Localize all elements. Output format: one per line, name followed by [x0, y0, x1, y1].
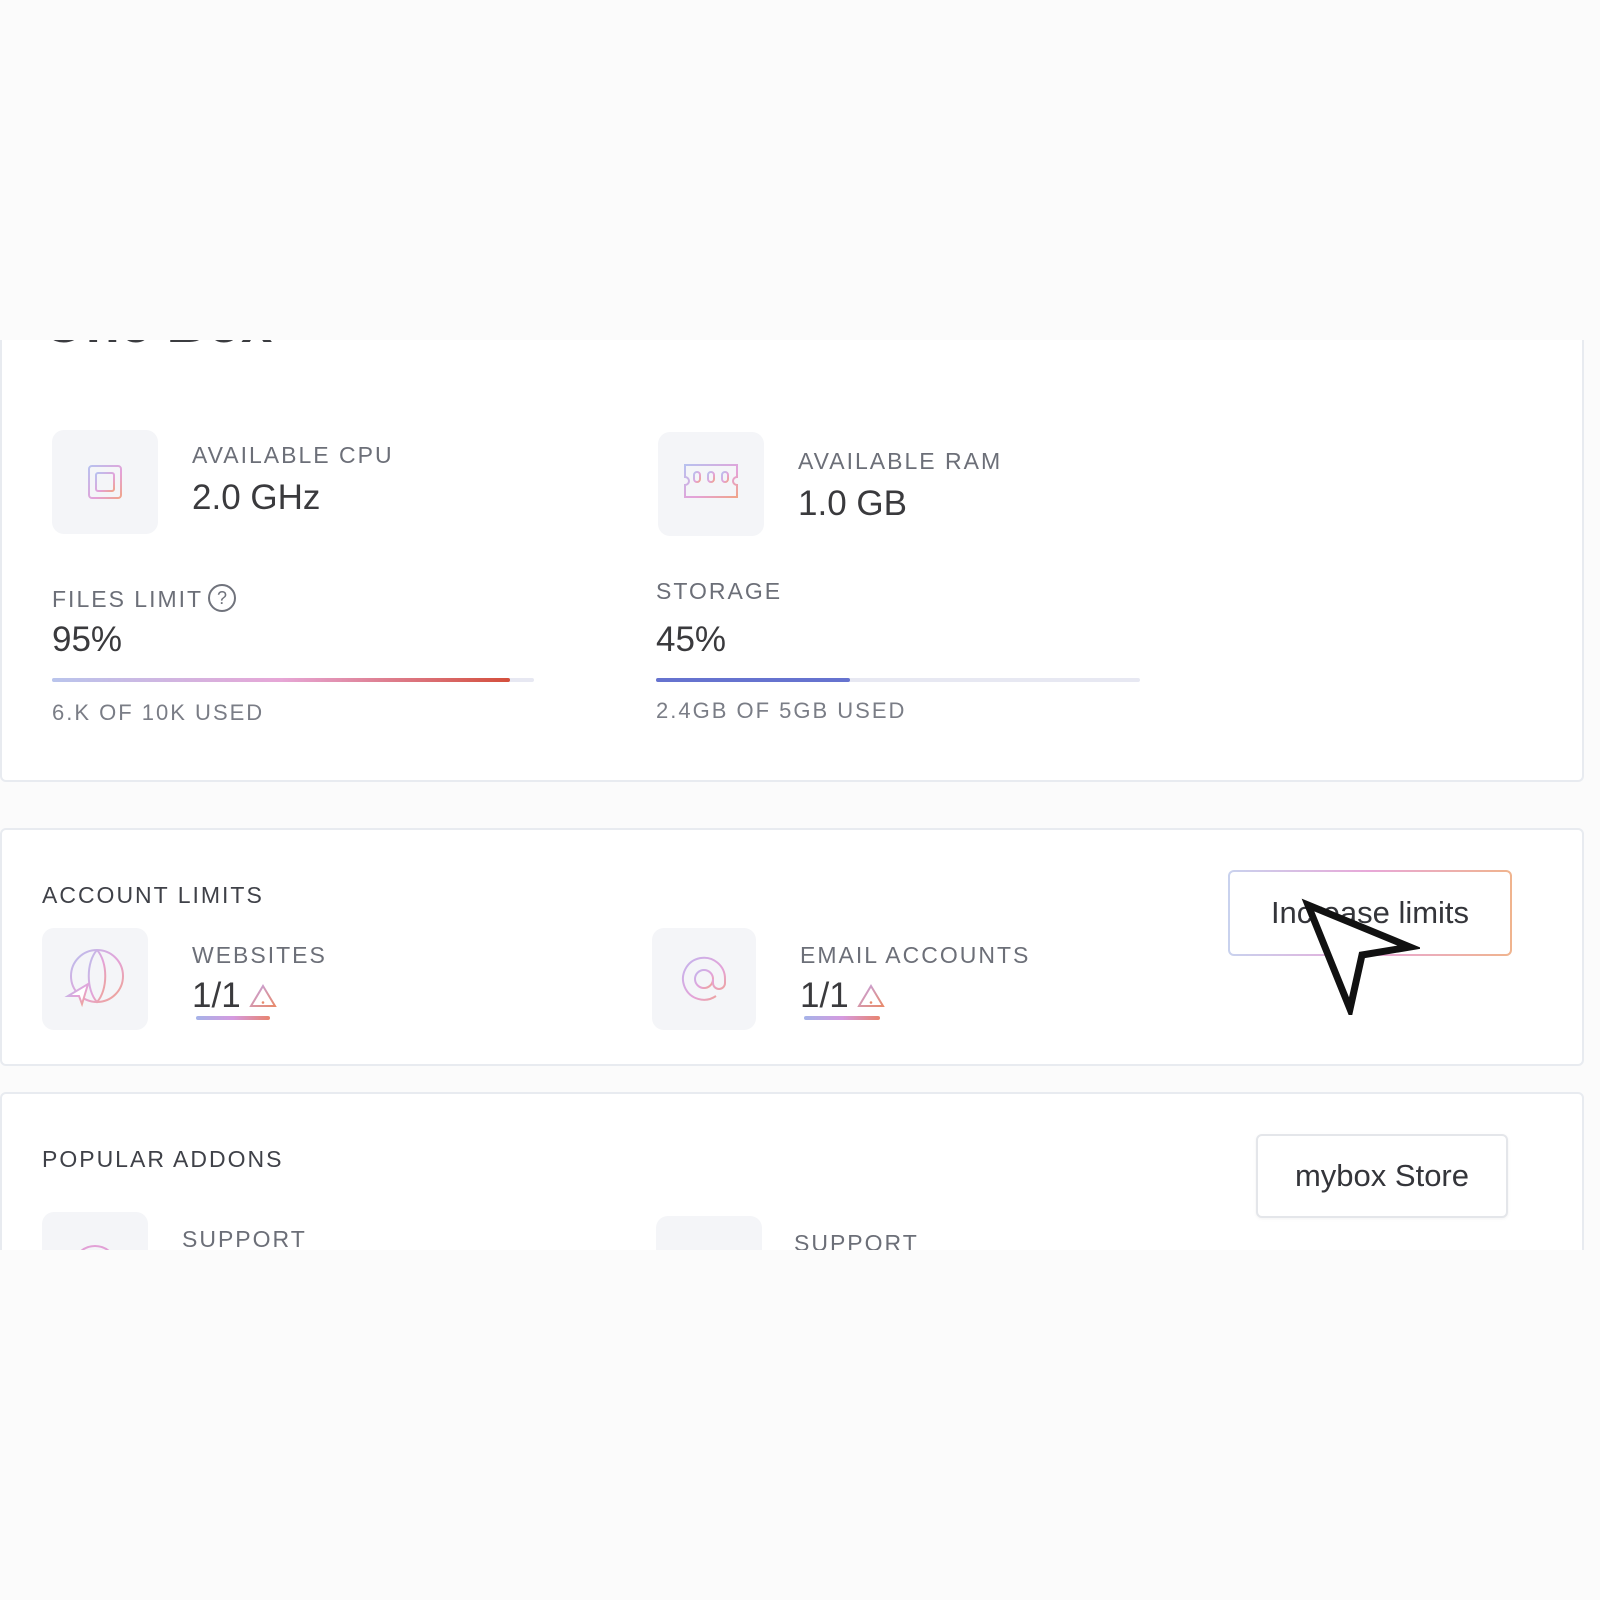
files-limit-progress: [52, 678, 534, 682]
warning-icon: [856, 978, 885, 1018]
websites-usage-bar: [196, 1016, 270, 1020]
globe-cursor-icon: [42, 928, 148, 1030]
addon-label: SUPPORT: [182, 1226, 307, 1250]
popular-addons-card: POPULAR ADDONS mybox Store SUPPORT SUPPO…: [0, 1092, 1584, 1250]
account-limits-heading: ACCOUNT LIMITS: [42, 882, 264, 908]
ram-label: AVAILABLE RAM: [798, 448, 1003, 474]
support-addon-icon: [42, 1212, 148, 1250]
storage-detail: 2.4GB OF 5GB USED: [656, 698, 907, 723]
cpu-chip-icon: [52, 430, 158, 534]
ram-memory-icon: [658, 432, 764, 536]
websites-count: 1/1: [192, 976, 241, 1015]
support-addon-icon: [656, 1216, 762, 1250]
email-accounts-label: EMAIL ACCOUNTS: [800, 942, 1031, 968]
email-accounts-usage-bar: [804, 1016, 880, 1020]
email-accounts-count: 1/1: [800, 976, 849, 1015]
main-viewport: One Box AVAILABLE CPU 2.0 GHz: [0, 340, 1600, 1250]
mouse-cursor-icon: [1300, 895, 1423, 1021]
page-title: One Box: [42, 340, 272, 355]
storage-progress-fill: [656, 678, 850, 682]
websites-label: WEBSITES: [192, 942, 327, 968]
cpu-value: 2.0 GHz: [192, 478, 321, 517]
files-limit-progress-fill: [52, 678, 510, 682]
files-limit-detail: 6.K OF 10K USED: [52, 700, 265, 725]
files-limit-percent: 95%: [52, 620, 123, 659]
websites-value: 1/1: [192, 976, 277, 1018]
addon-label: SUPPORT: [794, 1230, 919, 1250]
mybox-store-button[interactable]: mybox Store: [1256, 1134, 1508, 1218]
email-accounts-value: 1/1: [800, 976, 885, 1018]
popular-addons-heading: POPULAR ADDONS: [42, 1146, 284, 1172]
overview-card: One Box AVAILABLE CPU 2.0 GHz: [0, 340, 1584, 782]
storage-label: STORAGE: [656, 578, 783, 604]
files-limit-label: FILES LIMIT: [52, 586, 204, 612]
warning-icon: [248, 978, 277, 1018]
storage-percent: 45%: [656, 620, 727, 659]
at-sign-icon: [652, 928, 756, 1030]
storage-progress: [656, 678, 1140, 682]
ram-value: 1.0 GB: [798, 484, 907, 523]
cpu-label: AVAILABLE CPU: [192, 442, 394, 468]
help-icon[interactable]: ?: [208, 584, 236, 612]
